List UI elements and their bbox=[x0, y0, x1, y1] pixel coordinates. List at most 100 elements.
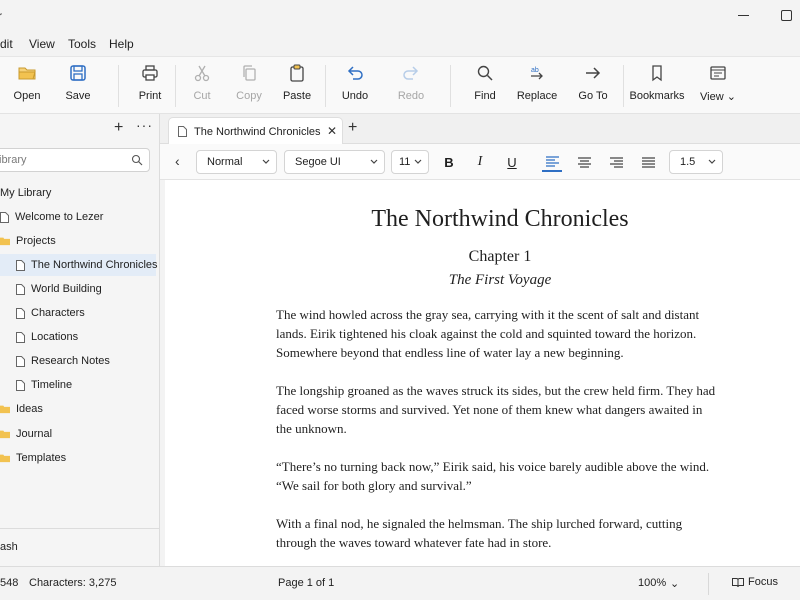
new-tab-button[interactable]: + bbox=[348, 119, 357, 137]
tree-item-label: Ideas bbox=[16, 403, 43, 415]
print-label: Print bbox=[138, 90, 162, 102]
align-left-icon bbox=[545, 155, 559, 167]
paragraph: The wind howled across the gray sea, car… bbox=[276, 307, 700, 360]
redo-label: Redo bbox=[397, 90, 425, 102]
align-right-icon bbox=[609, 156, 623, 168]
underline-button[interactable]: U bbox=[502, 152, 522, 172]
toolbar-divider bbox=[623, 65, 624, 107]
open-button[interactable]: Open bbox=[12, 63, 42, 109]
paragraph: The longship groaned as the waves struck… bbox=[276, 383, 716, 436]
print-button[interactable]: Print bbox=[136, 63, 164, 109]
replace-button[interactable]: ab Replace bbox=[516, 63, 558, 109]
trash-link[interactable]: ash bbox=[0, 541, 18, 553]
goto-button[interactable]: Go To bbox=[578, 63, 608, 109]
tree-item-characters[interactable]: Characters bbox=[0, 302, 160, 324]
menu-view[interactable]: View bbox=[29, 37, 55, 51]
close-icon[interactable]: ✕ bbox=[327, 124, 337, 138]
svg-text:ab: ab bbox=[531, 67, 539, 74]
folder-open-icon bbox=[18, 67, 36, 80]
find-button[interactable]: Find bbox=[472, 63, 498, 109]
main-toolbar: Open Save Print Cut Copy Paste Undo Redo… bbox=[0, 56, 800, 114]
tree-item-welcome[interactable]: Welcome to Lezer bbox=[0, 206, 160, 228]
undo-button[interactable]: Undo bbox=[340, 63, 370, 109]
tree-item-timeline[interactable]: Timeline bbox=[0, 374, 160, 396]
chevron-left-icon[interactable]: ‹ bbox=[175, 153, 180, 169]
more-icon[interactable]: ··· bbox=[136, 117, 153, 133]
tree-item-research-notes[interactable]: Research Notes bbox=[0, 350, 160, 372]
maximize-button[interactable] bbox=[781, 10, 792, 21]
zoom-level[interactable]: 100% bbox=[638, 577, 666, 589]
undo-icon bbox=[347, 66, 363, 80]
bookmarks-button[interactable]: Bookmarks bbox=[629, 63, 685, 109]
tree-item-label: Locations bbox=[31, 331, 79, 343]
replace-label: Replace bbox=[516, 90, 558, 102]
tree-item-journal[interactable]: Journal bbox=[0, 423, 160, 445]
goto-label: Go To bbox=[578, 90, 608, 102]
tree-item-locations[interactable]: Locations bbox=[0, 326, 160, 348]
save-button[interactable]: Save bbox=[64, 63, 92, 109]
font-family-select[interactable]: Segoe UI bbox=[284, 150, 385, 174]
font-size-select[interactable]: 11 bbox=[391, 150, 429, 174]
bold-button[interactable]: B bbox=[439, 152, 459, 172]
redo-icon bbox=[403, 66, 419, 80]
tree-root-my-library[interactable]: My Library bbox=[0, 182, 160, 204]
justify-button[interactable] bbox=[638, 152, 658, 172]
italic-button[interactable]: I bbox=[470, 152, 490, 172]
align-right-button[interactable] bbox=[606, 152, 626, 172]
chevron-down-icon: ⌄ bbox=[726, 91, 736, 103]
redo-button[interactable]: Redo bbox=[397, 63, 425, 109]
document-icon bbox=[16, 283, 25, 295]
tree-item-label: Timeline bbox=[31, 379, 73, 391]
tree-item-projects[interactable]: Projects bbox=[0, 230, 160, 252]
word-count: 548 bbox=[0, 577, 19, 589]
view-button[interactable]: View ⌄ bbox=[700, 63, 736, 109]
minimize-button[interactable] bbox=[738, 15, 749, 16]
document-tab-strip: The Northwind Chronicles ✕ + bbox=[160, 114, 800, 145]
align-left-button[interactable] bbox=[542, 152, 562, 172]
format-toolbar: ‹ Normal Segoe UI 11 B I U 1.5 bbox=[160, 144, 800, 180]
menu-help[interactable]: Help bbox=[109, 37, 134, 51]
scissors-icon bbox=[194, 65, 210, 82]
paste-button[interactable]: Paste bbox=[283, 63, 311, 109]
document-icon bbox=[16, 355, 25, 367]
tree-item-ideas[interactable]: Ideas bbox=[0, 398, 160, 420]
document-icon bbox=[16, 331, 25, 343]
tree-item-label: Welcome to Lezer bbox=[15, 211, 104, 223]
character-count: Characters: 3,275 bbox=[29, 577, 117, 589]
bookmarks-label: Bookmarks bbox=[629, 90, 685, 102]
cut-button[interactable]: Cut bbox=[190, 63, 214, 109]
tree-item-world-building[interactable]: World Building bbox=[0, 278, 160, 300]
document-icon bbox=[0, 211, 9, 223]
add-icon[interactable]: + bbox=[114, 119, 123, 137]
paste-label: Paste bbox=[282, 90, 312, 102]
tab-northwind-chronicles[interactable]: The Northwind Chronicles ✕ bbox=[168, 117, 343, 145]
document-icon bbox=[16, 259, 25, 271]
document-icon bbox=[178, 126, 187, 137]
document-editor[interactable]: The Northwind Chronicles Chapter 1 The F… bbox=[165, 180, 800, 566]
tree-item-templates[interactable]: Templates bbox=[0, 447, 160, 469]
menu-tools[interactable]: Tools bbox=[68, 37, 96, 51]
chevron-down-icon bbox=[414, 159, 422, 164]
line-spacing-select[interactable]: 1.5 bbox=[669, 150, 723, 174]
chapter-heading: Chapter 1 bbox=[468, 248, 532, 265]
sidebar-header: + ··· bbox=[0, 114, 160, 144]
tree-item-label: World Building bbox=[31, 283, 102, 295]
focus-mode-button[interactable]: Focus bbox=[732, 576, 778, 588]
undo-label: Undo bbox=[341, 90, 369, 102]
align-center-button[interactable] bbox=[574, 152, 594, 172]
clipboard-icon bbox=[290, 64, 304, 82]
chevron-down-icon[interactable]: ⌄ bbox=[670, 577, 679, 590]
copy-icon bbox=[243, 65, 256, 81]
copy-button[interactable]: Copy bbox=[236, 63, 262, 109]
tree-item-northwind[interactable]: The Northwind Chronicles bbox=[0, 254, 158, 276]
paragraph-style-select[interactable]: Normal bbox=[196, 150, 277, 174]
menu-edit[interactable]: dit bbox=[0, 37, 13, 51]
tab-label: The Northwind Chronicles bbox=[194, 126, 321, 138]
tree-item-label: Projects bbox=[16, 235, 56, 247]
status-divider bbox=[708, 573, 709, 595]
chevron-down-icon bbox=[708, 159, 716, 164]
toolbar-divider bbox=[118, 65, 119, 107]
font-family-value: Segoe UI bbox=[295, 156, 341, 168]
chapter-subtitle: The First Voyage bbox=[448, 272, 552, 288]
library-search-input[interactable]: ibrary bbox=[0, 148, 150, 172]
